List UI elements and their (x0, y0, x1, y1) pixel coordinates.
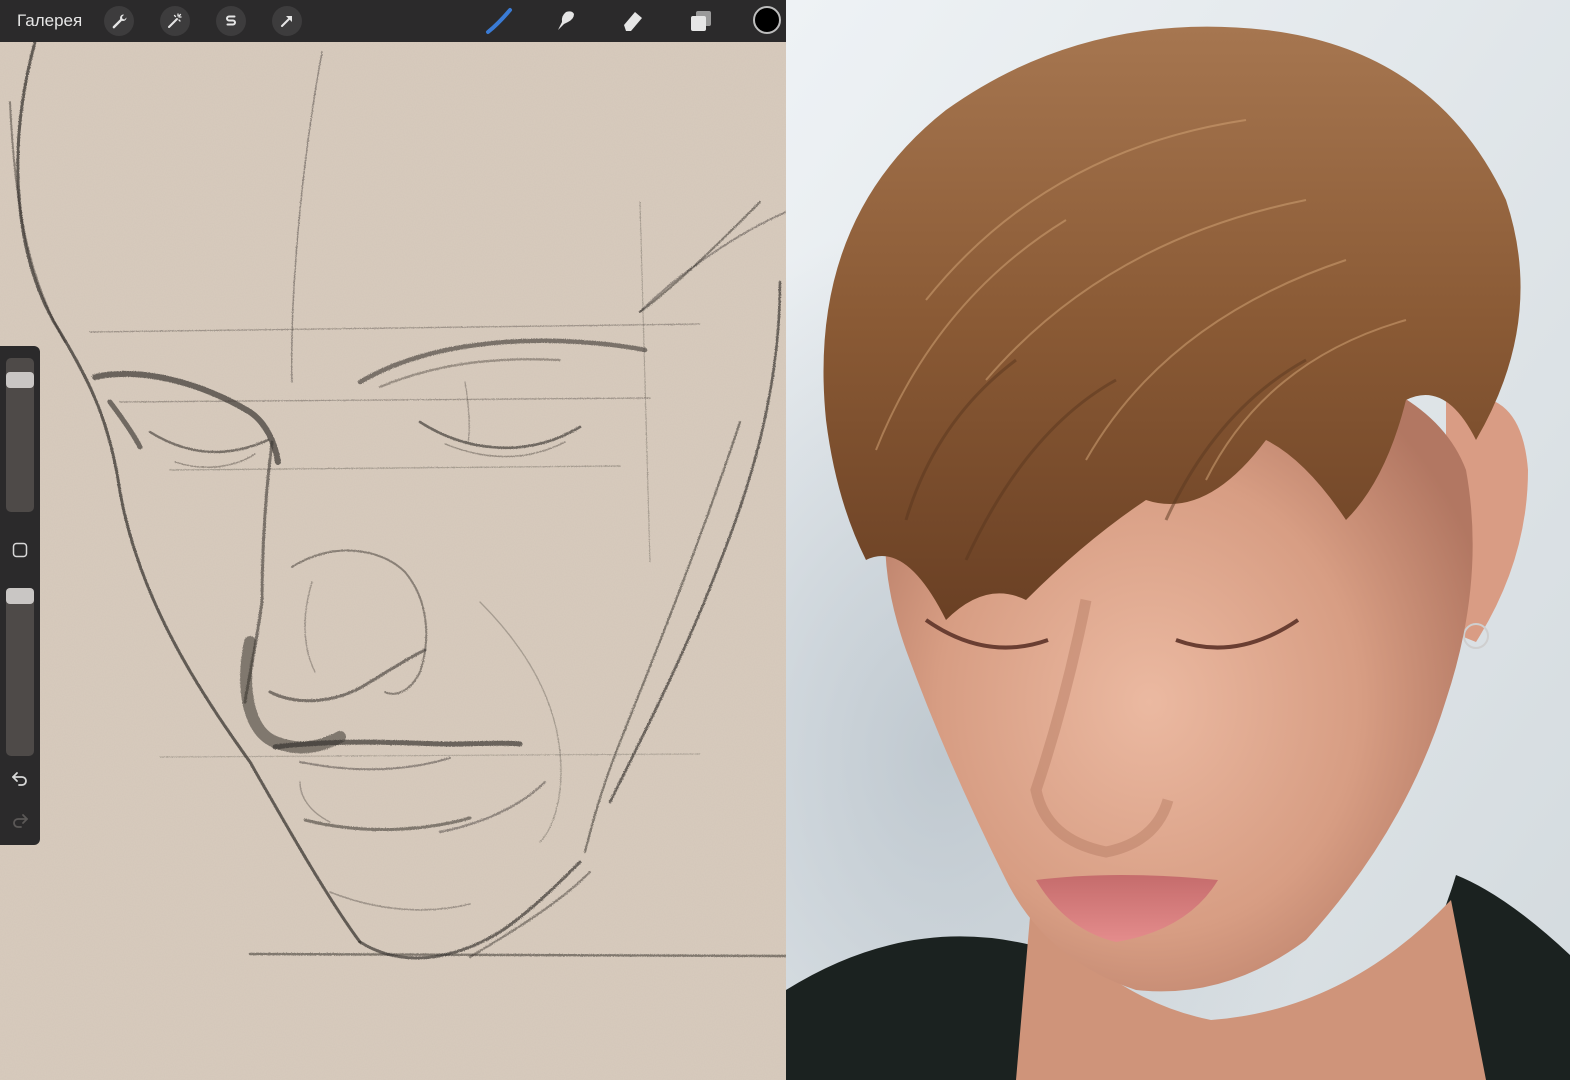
modify-button[interactable] (8, 538, 32, 562)
selection-s-icon (226, 15, 236, 26)
eraser-tool-button[interactable] (618, 6, 648, 36)
smudge-tool-button[interactable] (550, 6, 580, 36)
opacity-slider-thumb[interactable] (6, 588, 34, 604)
brush-icon (486, 8, 512, 34)
wrench-icon (112, 14, 127, 29)
sketch-drawing (0, 42, 786, 1080)
transform-button[interactable] (272, 6, 302, 36)
selection-button[interactable] (216, 6, 246, 36)
undo-icon (12, 772, 27, 786)
brush-tool-button[interactable] (484, 6, 514, 36)
adjustments-button[interactable] (160, 6, 190, 36)
screen: Галерея (0, 0, 1570, 1080)
top-toolbar: Галерея (0, 0, 786, 42)
color-picker-button[interactable] (753, 6, 781, 34)
arrow-cursor-icon (281, 16, 292, 27)
left-sidebar (0, 346, 40, 845)
redo-icon (13, 814, 28, 828)
magic-wand-icon (168, 13, 182, 28)
gallery-button[interactable]: Галерея (17, 0, 82, 42)
paper-texture (0, 42, 786, 1080)
layers-icon (691, 11, 711, 31)
drawing-app: Галерея (0, 0, 786, 1080)
reference-photo (786, 0, 1570, 1080)
redo-button[interactable] (8, 808, 32, 832)
reference-portrait-image (786, 0, 1570, 1080)
modify-square-icon (12, 542, 28, 558)
brush-size-slider-thumb[interactable] (6, 371, 34, 388)
eraser-icon (624, 12, 642, 31)
layers-button[interactable] (686, 6, 716, 36)
drawing-canvas[interactable] (0, 42, 786, 1080)
brush-size-slider[interactable] (6, 358, 34, 512)
opacity-slider[interactable] (6, 588, 34, 756)
actions-button[interactable] (104, 6, 134, 36)
undo-button[interactable] (8, 766, 32, 790)
smudge-finger-icon (558, 11, 574, 31)
